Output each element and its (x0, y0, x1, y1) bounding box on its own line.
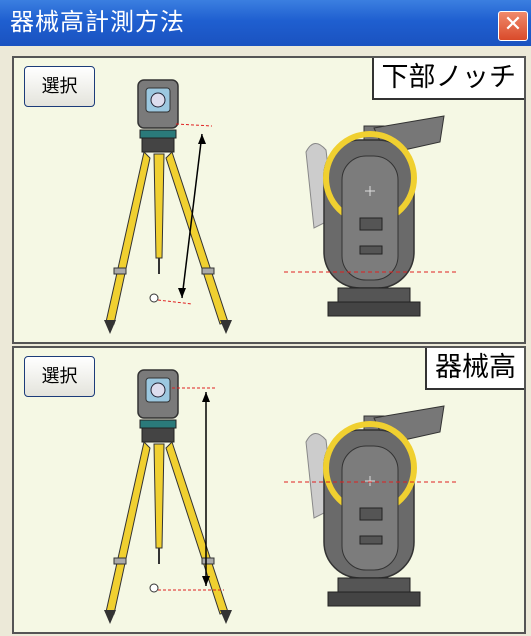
tripod-instrument-icon (104, 369, 232, 624)
close-icon: ✕ (503, 12, 523, 37)
select-button-lower-notch[interactable]: 選択 (24, 66, 95, 107)
instrument-side-view-icon (305, 405, 445, 607)
tripod-instrument-icon (104, 79, 232, 334)
title-bar: 器械高計測方法 ✕ (0, 0, 531, 46)
select-button-instrument-height[interactable]: 選択 (24, 356, 95, 397)
close-button[interactable]: ✕ (498, 11, 528, 41)
option-panel-lower-notch: 選択 下部ノッチ (12, 56, 526, 344)
instrument-side-view-icon (305, 115, 445, 317)
option-label-lower-notch: 下部ノッチ (371, 58, 524, 100)
window-title: 器械高計測方法 (10, 8, 185, 36)
option-label-instrument-height: 器械高 (425, 348, 524, 390)
option-panel-instrument-height: 選択 器械高 (12, 346, 526, 634)
